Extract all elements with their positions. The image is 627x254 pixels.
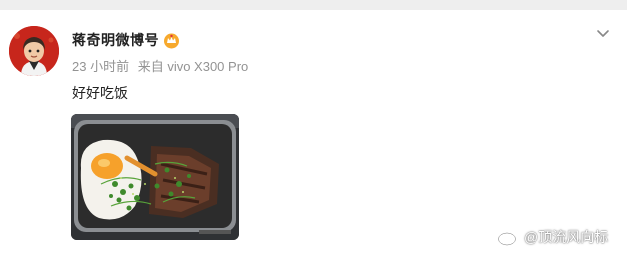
post-source: 来自 vivo X300 Pro [137, 59, 249, 74]
chevron-down-icon[interactable] [596, 27, 610, 39]
weibo-logo-icon [497, 227, 521, 247]
post-image[interactable] [71, 114, 239, 240]
watermark: @顶流风向标 [497, 227, 608, 247]
post-text: 好好吃饭 [72, 85, 128, 101]
post-time: 23 小时前 [72, 59, 130, 74]
avatar[interactable] [9, 26, 59, 76]
top-separator-bar [0, 0, 627, 10]
watermark-text: @顶流风向标 [524, 229, 609, 245]
post-meta: 23 小时前 来自 vivo X300 Pro [72, 56, 253, 75]
vip-crown-icon [163, 32, 180, 49]
author-row: 蒋奇明微博号 [72, 30, 180, 50]
author-name[interactable]: 蒋奇明微博号 [72, 30, 159, 50]
